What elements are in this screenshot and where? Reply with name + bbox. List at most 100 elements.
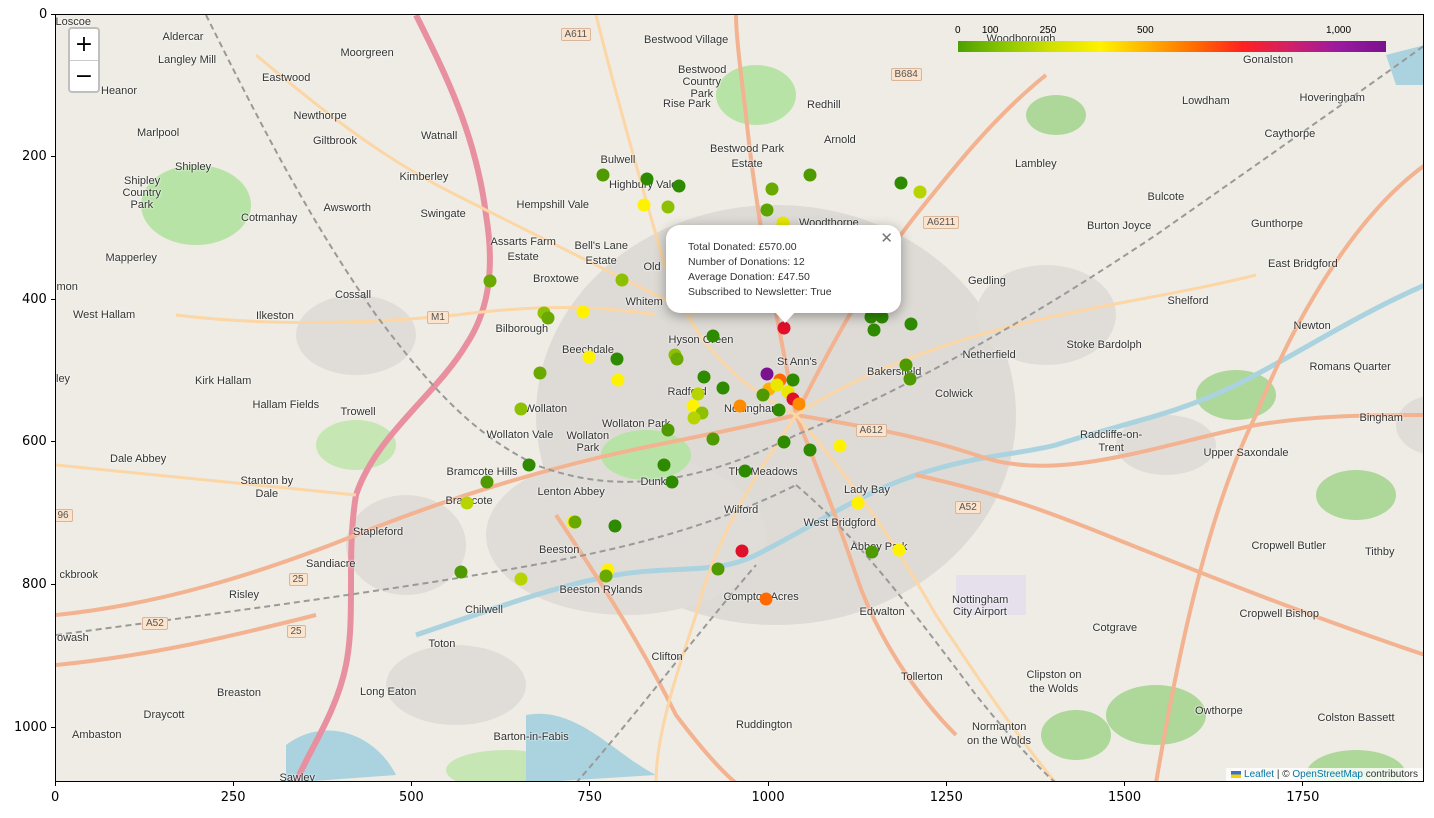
donor-marker[interactable] [803, 443, 817, 457]
donor-marker[interactable] [733, 399, 747, 413]
x-tick-label: 250 [220, 790, 246, 805]
donor-marker[interactable] [514, 402, 528, 416]
donor-marker[interactable] [865, 545, 879, 559]
legend-tick-label: 250 [1039, 25, 1057, 36]
marker-popup: ✕ Total Donated: £570.00 Number of Donat… [666, 225, 901, 313]
donor-marker[interactable] [765, 182, 779, 196]
donor-marker[interactable] [833, 439, 847, 453]
donor-marker[interactable] [661, 423, 675, 437]
donor-marker[interactable] [760, 367, 774, 381]
osm-link[interactable]: OpenStreetMap [1292, 769, 1363, 780]
donor-marker[interactable] [903, 372, 917, 386]
donor-marker[interactable] [522, 458, 536, 472]
donor-marker[interactable] [770, 378, 784, 392]
x-tick-mark [54, 782, 56, 786]
donor-marker[interactable] [533, 366, 547, 380]
donor-marker[interactable] [892, 543, 906, 557]
leaflet-link[interactable]: Leaflet [1244, 769, 1274, 780]
x-tick-label: 1250 [929, 790, 963, 805]
donor-marker[interactable] [596, 168, 610, 182]
donor-marker[interactable] [706, 432, 720, 446]
donor-marker[interactable] [756, 388, 770, 402]
popup-subscribed: Subscribed to Newsletter: True [688, 286, 832, 298]
donor-marker[interactable] [665, 475, 679, 489]
donor-marker[interactable] [792, 397, 806, 411]
donor-marker[interactable] [904, 317, 918, 331]
donor-marker[interactable] [640, 172, 654, 186]
x-tick-label: 1500 [1108, 790, 1142, 805]
x-tick-mark [589, 782, 591, 786]
donor-marker[interactable] [711, 562, 725, 576]
donor-marker[interactable] [777, 435, 791, 449]
donor-marker[interactable] [760, 203, 774, 217]
legend-tick-label: 1,000 [1325, 25, 1352, 36]
popup-number-donations: Number of Donations: 12 [688, 256, 805, 268]
x-tick-label: 1750 [1286, 790, 1320, 805]
donor-marker[interactable] [786, 373, 800, 387]
donor-marker[interactable] [576, 305, 590, 319]
donor-marker[interactable] [661, 200, 675, 214]
donor-marker[interactable] [894, 176, 908, 190]
donor-marker[interactable] [691, 387, 705, 401]
donor-marker[interactable] [610, 352, 624, 366]
y-tick-label: 800 [22, 576, 47, 592]
donor-marker[interactable] [514, 572, 528, 586]
popup-close-button[interactable]: ✕ [880, 229, 893, 247]
legend-tick-label: 100 [981, 25, 999, 36]
legend-tick-label: 0 [955, 25, 961, 36]
donor-marker[interactable] [599, 569, 613, 583]
y-tick-label: 600 [22, 434, 47, 450]
donor-marker[interactable] [568, 515, 582, 529]
donor-markers [454, 168, 927, 606]
donor-marker[interactable] [867, 323, 881, 337]
x-tick-label: 1000 [751, 790, 785, 805]
x-tick-mark [232, 782, 234, 786]
donor-marker[interactable] [672, 179, 686, 193]
donor-marker[interactable] [687, 411, 701, 425]
map-view[interactable]: Aldercar Langley Mill Eastwood Moorgreen Hea… [55, 14, 1424, 782]
zoom-out-button[interactable]: − [70, 61, 98, 92]
donor-marker[interactable] [735, 544, 749, 558]
donor-marker[interactable] [483, 274, 497, 288]
donor-marker[interactable] [706, 329, 720, 343]
donor-marker[interactable] [851, 496, 865, 510]
donor-marker[interactable] [913, 185, 927, 199]
donor-marker[interactable] [541, 311, 555, 325]
leaflet-flag-icon [1231, 770, 1242, 778]
donor-marker[interactable] [803, 168, 817, 182]
donor-marker[interactable] [615, 273, 629, 287]
donor-marker[interactable] [716, 381, 730, 395]
map-attribution: Leaflet | © OpenStreetMap contributors [1226, 768, 1423, 781]
y-tick-label: 1000 [14, 719, 48, 735]
x-tick-mark [767, 782, 769, 786]
popup-average-donation: Average Donation: £47.50 [688, 271, 810, 283]
legend-colorbar [958, 41, 1386, 52]
y-tick-label: 400 [22, 291, 47, 307]
zoom-in-button[interactable]: + [70, 29, 98, 61]
donor-marker[interactable] [480, 475, 494, 489]
x-tick-mark [1302, 782, 1304, 786]
donor-marker[interactable] [582, 350, 596, 364]
donor-marker[interactable] [697, 370, 711, 384]
popup-tip [774, 311, 796, 323]
donor-marker[interactable] [738, 464, 752, 478]
donor-marker[interactable] [670, 352, 684, 366]
x-tick-mark [411, 782, 412, 786]
x-tick-mark [945, 782, 947, 786]
donor-marker[interactable] [608, 519, 622, 533]
donor-marker[interactable] [899, 358, 913, 372]
donor-marker[interactable] [637, 198, 651, 212]
zoom-control: + − [68, 27, 100, 93]
donor-marker[interactable] [460, 496, 474, 510]
attribution-separator: | © [1274, 769, 1293, 780]
y-tick-label: 200 [22, 149, 47, 165]
donor-marker[interactable] [454, 565, 468, 579]
donor-marker[interactable] [777, 321, 791, 335]
x-tick-mark [1124, 782, 1126, 786]
donor-marker[interactable] [772, 403, 786, 417]
x-tick-label: 750 [577, 790, 603, 805]
donor-marker[interactable] [657, 458, 671, 472]
donor-marker[interactable] [759, 592, 773, 606]
attribution-suffix: contributors [1362, 769, 1418, 780]
donor-marker[interactable] [611, 373, 625, 387]
